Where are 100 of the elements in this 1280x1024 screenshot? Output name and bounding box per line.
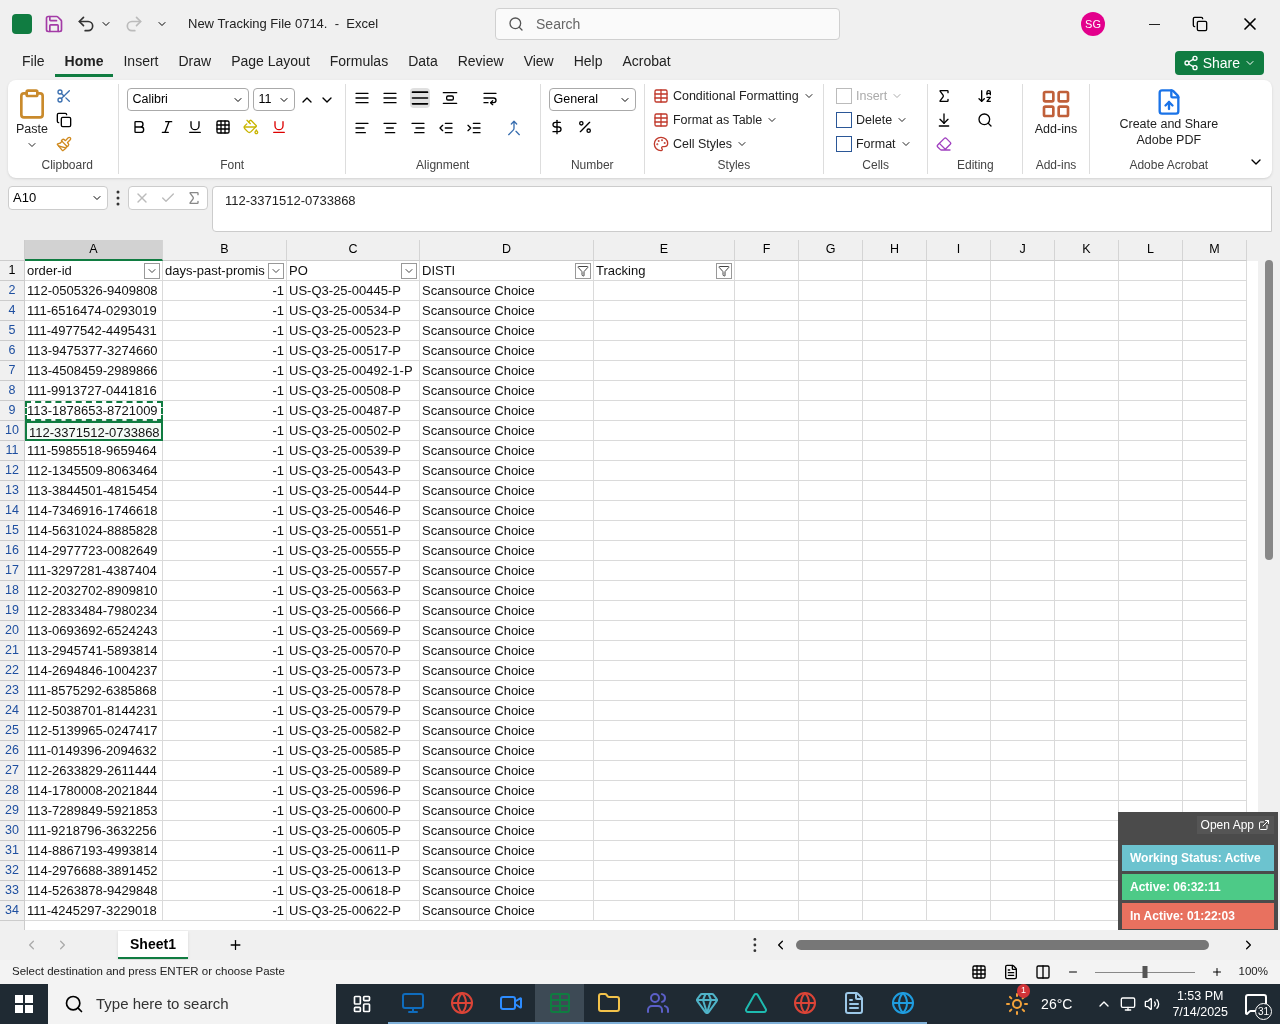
merge-icon [505,120,522,136]
row-header[interactable]: 33 [0,881,25,901]
menu-tab[interactable]: Page Layout [221,49,320,77]
table-cell: Scansource Choice [420,441,594,461]
menu-tab[interactable]: Acrobat [612,49,681,77]
more-icon[interactable] [116,190,120,206]
table-cell: 111-8575292-6385868 [25,681,163,701]
column-header[interactable]: D [420,240,594,261]
row-header[interactable]: 20 [0,621,25,641]
column-header[interactable]: G [799,240,863,261]
row-header[interactable]: 8 [0,381,25,401]
row-header[interactable]: 22 [0,661,25,681]
table-cell: -1 [163,881,287,901]
search-field[interactable]: Search [495,8,841,40]
menu-tab[interactable]: Home [54,49,114,77]
taskbar-app[interactable] [535,984,584,1024]
dropdown-icon[interactable] [144,263,160,279]
font-name-field[interactable]: Calibri [127,88,250,111]
styles-button[interactable]: Conditional Formatting [648,84,819,108]
row-header[interactable]: 11 [0,441,25,461]
dropdown-icon[interactable] [268,263,284,279]
row-header[interactable]: 2 [0,281,25,301]
column-header[interactable]: J [991,240,1055,261]
table-cell: US-Q3-25-00578-P [287,681,420,701]
row-header[interactable]: 28 [0,781,25,801]
zoom-thumb[interactable] [1142,965,1148,978]
row-header[interactable]: 7 [0,361,25,381]
column-header[interactable]: A [25,240,163,261]
font-size-field[interactable]: 11 [253,88,296,111]
row-header[interactable]: 32 [0,861,25,881]
table-cell: -1 [163,581,287,601]
menu-tab[interactable]: View [513,49,564,77]
column-header[interactable]: C [287,240,420,261]
table-cell: -1 [163,861,287,881]
row-header[interactable]: 1 [0,261,25,281]
minimize-icon[interactable] [1149,23,1160,25]
menu-tab[interactable]: File [12,49,55,77]
more-icon[interactable] [753,937,758,953]
sheet-tab[interactable]: Sheet1 [118,931,188,959]
row-header[interactable]: 6 [0,341,25,361]
column-header[interactable]: H [863,240,927,261]
column-header[interactable]: F [735,240,799,261]
row-header[interactable]: 16 [0,541,25,561]
search-icon [64,994,84,1014]
row-header[interactable]: 12 [0,461,25,481]
row-header[interactable]: 9 [0,401,25,421]
row-header[interactable]: 24 [0,701,25,721]
row-header[interactable]: 30 [0,821,25,841]
menu-tab[interactable]: Insert [113,49,169,77]
row-header[interactable]: 26 [0,741,25,761]
column-header[interactable]: M [1183,240,1247,261]
avatar[interactable]: SG [1081,12,1105,36]
cells-button[interactable]: Delete [831,108,920,132]
row-header[interactable]: 25 [0,721,25,741]
row-header[interactable]: 13 [0,481,25,501]
paste-button[interactable]: Paste [16,88,48,151]
name-box[interactable]: A10 [8,186,108,210]
menu-tab[interactable]: Help [563,49,613,77]
cells-button[interactable]: Format [831,132,920,156]
table-cell: Scansource Choice [420,301,594,321]
row-header[interactable]: 4 [0,301,25,321]
row-header[interactable]: 27 [0,761,25,781]
column-header[interactable]: L [1119,240,1183,261]
filter-icon[interactable] [575,263,591,279]
share-button[interactable]: Share [1174,51,1264,75]
formula-field[interactable]: 112-3371512-0733868 [212,186,1272,232]
row-header[interactable]: 29 [0,801,25,821]
table-cell: -1 [163,301,287,321]
open-app-button[interactable]: Open App [1196,816,1274,834]
filter-icon[interactable] [716,263,732,279]
number-format-field[interactable]: General [548,88,636,111]
row-header[interactable]: 19 [0,601,25,621]
styles-button[interactable]: Cell Styles [648,132,819,156]
spreadsheet-icon [547,991,572,1015]
row-header[interactable]: 14 [0,501,25,521]
row-header[interactable]: 5 [0,321,25,341]
menu-tab[interactable]: Formulas [319,49,399,77]
column-header[interactable]: E [594,240,735,261]
menu-tab[interactable]: Data [398,49,448,77]
column-header[interactable]: B [163,240,287,261]
row-header[interactable]: 15 [0,521,25,541]
row-header[interactable]: 10 [0,421,25,441]
column-header[interactable]: I [927,240,991,261]
dropdown-icon[interactable] [401,263,417,279]
styles-button[interactable]: Format as Table [648,108,819,132]
table-cell: Scansource Choice [420,581,594,601]
add-ins-button[interactable]: Add-ins [1027,84,1085,156]
excel-logo-icon [12,14,32,34]
horizontal-scrollbar[interactable] [796,940,1209,950]
column-header[interactable]: K [1055,240,1119,261]
row-header[interactable]: 17 [0,561,25,581]
taskbar-search-field[interactable]: Type here to search [48,984,336,1024]
row-header[interactable]: 23 [0,681,25,701]
menu-tab[interactable]: Draw [168,49,222,77]
row-header[interactable]: 31 [0,841,25,861]
row-header[interactable]: 34 [0,901,25,921]
row-header[interactable]: 21 [0,641,25,661]
row-header[interactable]: 18 [0,581,25,601]
menu-tab[interactable]: Review [447,49,514,77]
create-pdf-button[interactable]: Create and Share Adobe PDF [1093,84,1244,156]
